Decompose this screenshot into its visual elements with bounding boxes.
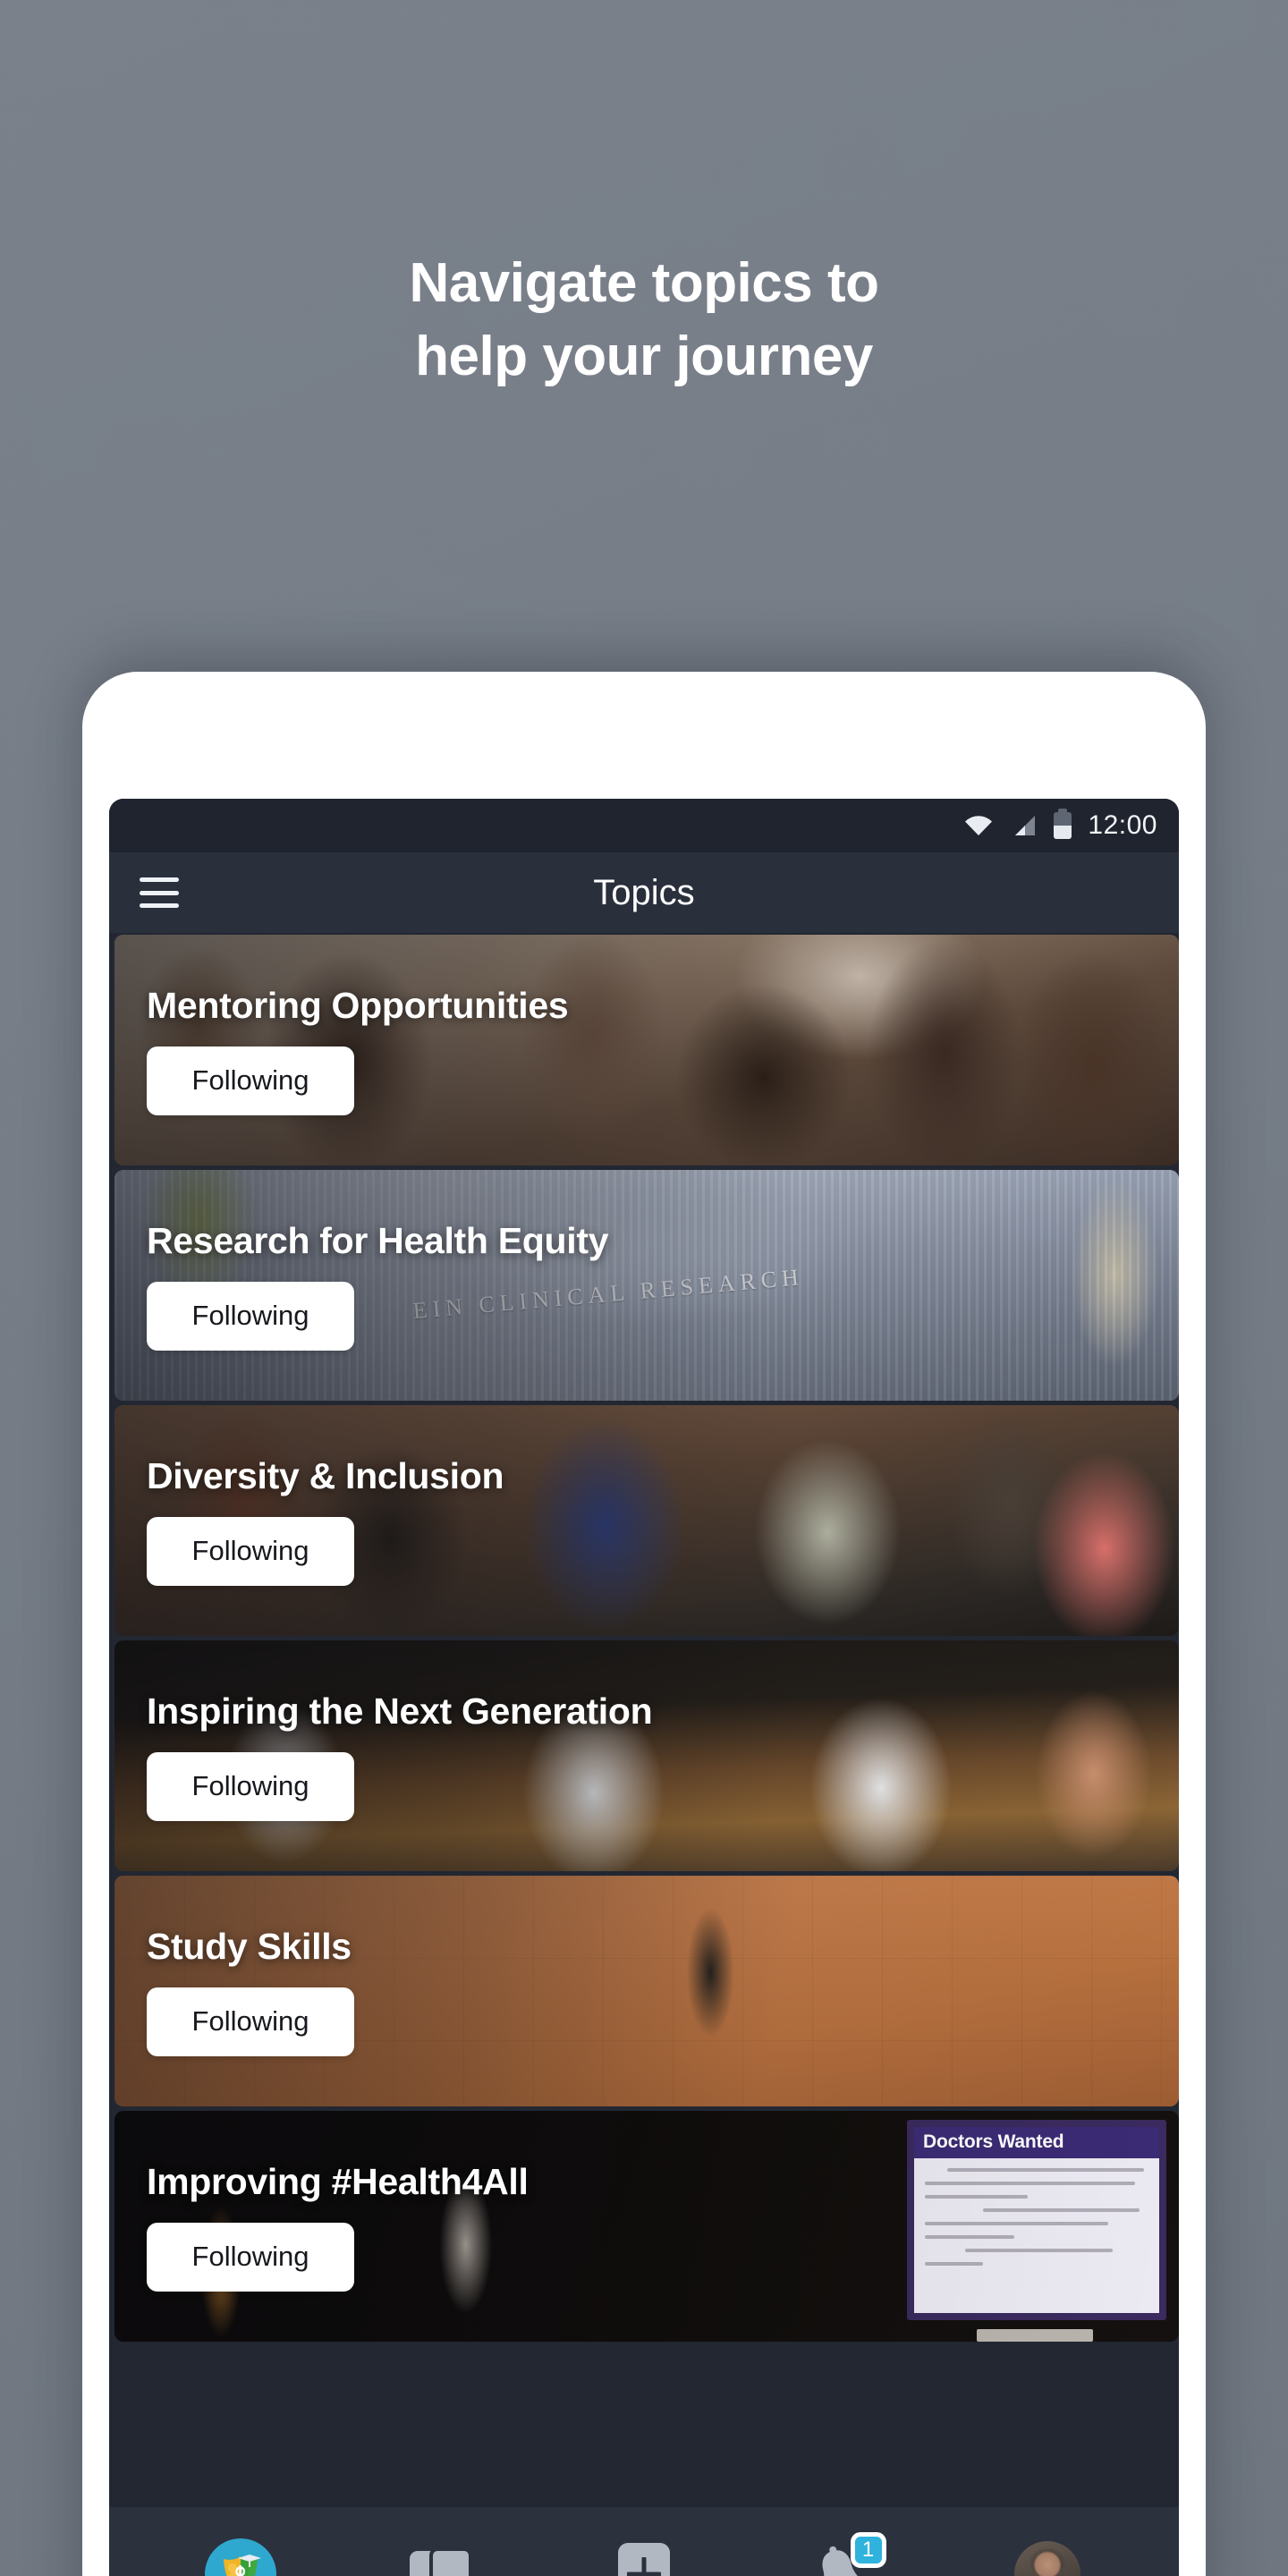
menu-bar-1 — [140, 877, 179, 882]
nav-item-notifications[interactable]: 1 — [803, 2531, 889, 2576]
bottom-navigation-bar: 1 — [109, 2507, 1179, 2576]
hamburger-menu-icon[interactable] — [140, 877, 179, 908]
menu-bar-3 — [140, 903, 179, 908]
topic-card[interactable]: Doctors Wanted — [114, 2111, 1179, 2342]
avatar — [1014, 2541, 1081, 2576]
page-title: Topics — [593, 872, 695, 912]
topic-card[interactable]: Inspiring the Next Generation Following — [114, 1640, 1179, 1871]
status-bar-icons — [964, 809, 1072, 839]
topic-card-content: Inspiring the Next Generation Following — [147, 1640, 653, 1871]
topic-title: Study Skills — [147, 1926, 352, 1967]
follow-button[interactable]: Following — [147, 1987, 354, 2056]
topic-card-content: Mentoring Opportunities Following — [147, 935, 569, 1165]
topic-card-content: Diversity & Inclusion Following — [147, 1405, 504, 1636]
follow-button[interactable]: Following — [147, 2223, 354, 2292]
topic-card[interactable]: Diversity & Inclusion Following — [114, 1405, 1179, 1636]
follow-button[interactable]: Following — [147, 1282, 354, 1351]
nav-item-home[interactable] — [198, 2531, 284, 2576]
topic-card[interactable]: EIN CLINICAL RESEARCH Research for Healt… — [114, 1170, 1179, 1401]
nav-item-create-post[interactable] — [601, 2531, 687, 2576]
chat-bubbles-icon — [410, 2547, 474, 2576]
topic-title: Mentoring Opportunities — [147, 985, 569, 1026]
phone-screen: 12:00 Topics Mentoring Opportunities Fol… — [109, 799, 1179, 2576]
list-bottom-spacer — [109, 2427, 1179, 2507]
topic-title: Diversity & Inclusion — [147, 1455, 504, 1496]
topic-card-content: Study Skills Following — [147, 1876, 354, 2106]
menu-bar-2 — [140, 890, 179, 895]
phone-device-frame: 12:00 Topics Mentoring Opportunities Fol… — [82, 672, 1206, 2576]
chat-bubble-front — [429, 2547, 473, 2576]
topic-title: Research for Health Equity — [147, 1220, 609, 1261]
status-bar-clock: 12:00 — [1088, 810, 1157, 840]
plus-icon — [617, 2543, 670, 2576]
topic-card[interactable]: Study Skills Following — [114, 1876, 1179, 2106]
status-bar: 12:00 — [109, 799, 1179, 852]
notification-badge: 1 — [850, 2532, 886, 2568]
promo-headline: Navigate topics to help your journey — [409, 252, 880, 387]
app-logo-shield-caduceus-icon — [204, 2538, 276, 2576]
cellular-signal-icon — [1011, 815, 1036, 836]
follow-button[interactable]: Following — [147, 1752, 354, 1821]
topic-title: Improving #Health4All — [147, 2161, 529, 2202]
follow-button[interactable]: Following — [147, 1517, 354, 1586]
topic-card[interactable]: Mentoring Opportunities Following — [114, 935, 1179, 1165]
topic-card-content: Improving #Health4All Following — [147, 2111, 529, 2342]
topic-card-content: Research for Health Equity Following — [147, 1170, 609, 1401]
topic-title: Inspiring the Next Generation — [147, 1690, 653, 1732]
follow-button[interactable]: Following — [147, 1046, 354, 1115]
nav-item-profile[interactable] — [1004, 2531, 1090, 2576]
battery-icon — [1054, 809, 1072, 839]
topic-list[interactable]: Mentoring Opportunities Following EIN CL… — [109, 933, 1179, 2427]
nav-item-messages[interactable] — [399, 2531, 485, 2576]
wifi-icon — [964, 815, 993, 836]
bell-with-badge: 1 — [808, 2532, 886, 2576]
app-bar: Topics — [109, 852, 1179, 933]
